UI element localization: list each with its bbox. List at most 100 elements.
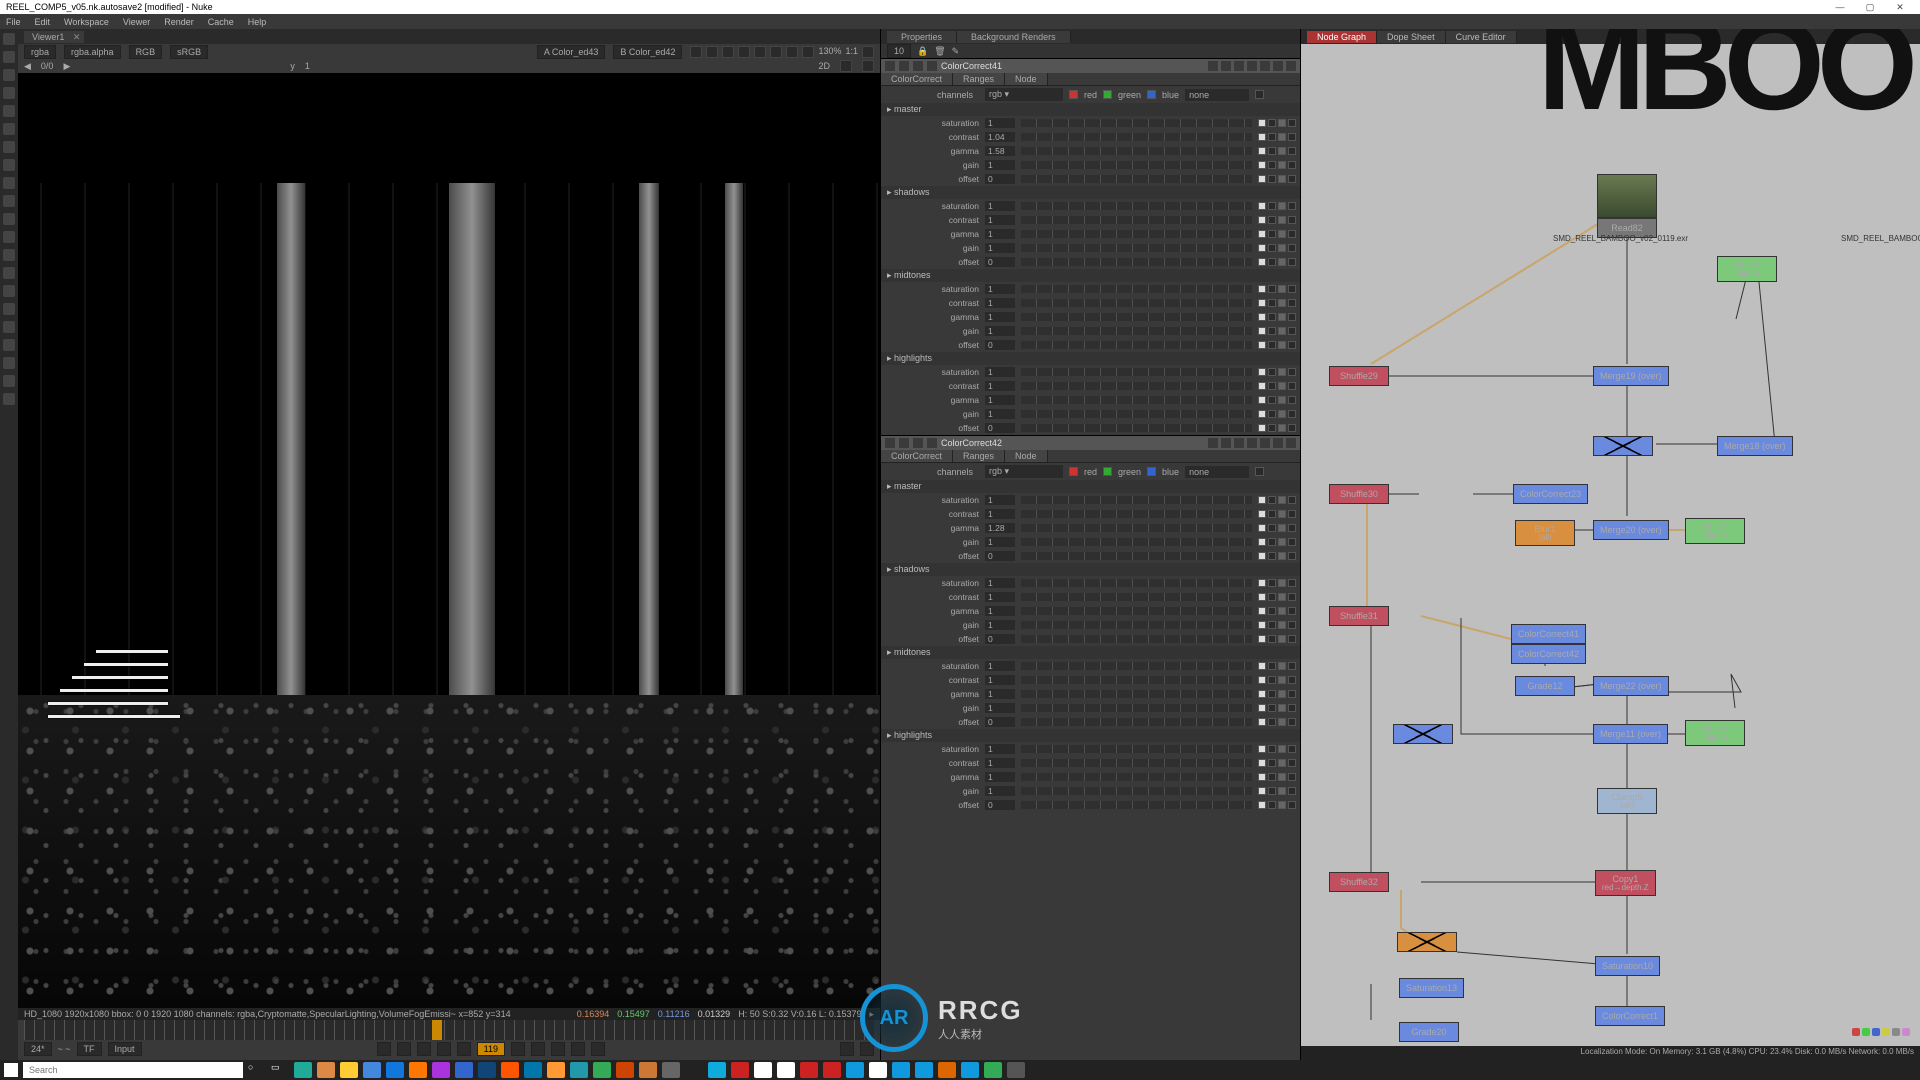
current-frame[interactable]: 119 [477, 1042, 505, 1056]
taskbar-app-icon[interactable] [570, 1062, 588, 1078]
lut-dropdown[interactable]: sRGB [170, 45, 208, 59]
param-slider[interactable] [1021, 787, 1252, 795]
taskbar-app-icon[interactable] [731, 1062, 749, 1078]
swatch-icon[interactable] [1258, 368, 1266, 376]
param-value[interactable]: 1.04 [985, 132, 1015, 142]
maximize-button[interactable]: ▢ [1856, 2, 1884, 13]
taskbar-app-icon[interactable] [892, 1062, 910, 1078]
anim-icon[interactable] [1278, 676, 1286, 684]
taskbar-app-icon[interactable] [547, 1062, 565, 1078]
key-icon[interactable] [1288, 341, 1296, 349]
node-shuffle30[interactable]: Shuffle30 [1329, 484, 1389, 504]
swatch-icon[interactable] [1258, 244, 1266, 252]
swatch-icon[interactable] [1258, 230, 1266, 238]
key-icon[interactable] [1288, 607, 1296, 615]
step-rev-icon[interactable] [437, 1042, 451, 1056]
anim-icon[interactable] [1278, 496, 1286, 504]
tool-icon[interactable] [3, 177, 15, 189]
param-slider[interactable] [1021, 593, 1252, 601]
param-value[interactable]: 1 [985, 118, 1015, 128]
node-icon[interactable] [1208, 438, 1218, 448]
group-header[interactable]: ▸ master [881, 480, 1300, 493]
swatch-icon[interactable] [1258, 801, 1266, 809]
playhead[interactable] [432, 1020, 442, 1040]
menu-file[interactable]: File [6, 17, 21, 27]
proj-label[interactable]: 2D [818, 61, 830, 71]
close-icon[interactable] [1286, 438, 1296, 448]
param-value[interactable]: 0 [985, 551, 1015, 561]
swatch-icon[interactable] [1268, 341, 1276, 349]
swatch-icon[interactable] [1258, 552, 1266, 560]
node-cc23[interactable]: ColorCorrect23 [1513, 484, 1588, 504]
param-slider[interactable] [1021, 161, 1252, 169]
swatch-icon[interactable] [1268, 175, 1276, 183]
key-icon[interactable] [1288, 382, 1296, 390]
swatch-icon[interactable] [1258, 607, 1266, 615]
swatch-icon[interactable] [1258, 690, 1266, 698]
taskbar-app-icon[interactable] [869, 1062, 887, 1078]
node-grade12[interactable]: Grade12 [1515, 676, 1575, 696]
redo-icon[interactable] [1247, 61, 1257, 71]
tl-tf[interactable]: TF [77, 1042, 102, 1056]
anim-icon[interactable] [1278, 368, 1286, 376]
key-icon[interactable] [1288, 635, 1296, 643]
param-value[interactable]: 1 [985, 395, 1015, 405]
tool-icon[interactable] [3, 267, 15, 279]
key-icon[interactable] [1288, 216, 1296, 224]
red-checkbox[interactable] [1069, 90, 1078, 99]
param-slider[interactable] [1021, 410, 1252, 418]
swatch-icon[interactable] [1268, 662, 1276, 670]
swatch-icon[interactable] [1268, 745, 1276, 753]
param-value[interactable]: 1 [985, 243, 1015, 253]
anim-icon[interactable] [1278, 593, 1286, 601]
group-header[interactable]: ▸ master [881, 103, 1300, 116]
anim-icon[interactable] [1278, 327, 1286, 335]
hdr-icon[interactable] [786, 46, 798, 58]
swatch-icon[interactable] [1258, 745, 1266, 753]
param-value[interactable]: 1 [985, 326, 1015, 336]
param-slider[interactable] [1021, 396, 1252, 404]
taskbar-app-icon[interactable] [708, 1062, 726, 1078]
param-value[interactable]: 1.58 [985, 146, 1015, 156]
node-roto7[interactable]: Roto7(alpha) [1685, 518, 1745, 544]
param-value[interactable]: 1 [985, 703, 1015, 713]
key-icon[interactable] [1288, 133, 1296, 141]
taskbar-app-icon[interactable] [685, 1062, 703, 1078]
hdr-icon[interactable] [690, 46, 702, 58]
swatch-icon[interactable] [1258, 635, 1266, 643]
node-blur1[interactable]: Blur1(all) [1515, 520, 1575, 546]
param-value[interactable]: 0 [985, 340, 1015, 350]
panel-header[interactable]: ColorCorrect42 [881, 436, 1300, 450]
taskbar-app-icon[interactable] [938, 1062, 956, 1078]
group-header[interactable]: ▸ midtones [881, 646, 1300, 659]
node-copy1[interactable]: Copy1red→depth.Z [1595, 870, 1656, 896]
anim-icon[interactable] [1278, 216, 1286, 224]
tool-icon[interactable] [3, 123, 15, 135]
param-value[interactable]: 1 [985, 620, 1015, 630]
node-read-thumb[interactable] [1597, 174, 1657, 218]
param-value[interactable]: 1 [985, 758, 1015, 768]
swatch-icon[interactable] [1258, 410, 1266, 418]
param-value[interactable]: 1 [985, 537, 1015, 547]
anim-icon[interactable] [1278, 382, 1286, 390]
param-value[interactable]: 1 [985, 201, 1015, 211]
anim-icon[interactable] [1278, 510, 1286, 518]
key-icon[interactable] [1288, 175, 1296, 183]
key-icon[interactable] [1288, 496, 1296, 504]
node-shuffle29[interactable]: Shuffle29 [1329, 366, 1389, 386]
anim-icon[interactable] [1278, 119, 1286, 127]
viewer-tab[interactable]: Viewer1 ✕ [24, 31, 84, 43]
anim-icon[interactable] [1278, 704, 1286, 712]
tool-icon[interactable] [3, 375, 15, 387]
minimize-button[interactable]: — [1826, 2, 1854, 13]
next-key-icon[interactable] [551, 1042, 565, 1056]
tool-icon[interactable] [3, 141, 15, 153]
eye-icon[interactable] [899, 438, 909, 448]
swatch-icon[interactable] [1258, 496, 1266, 504]
param-slider[interactable] [1021, 313, 1252, 321]
float-icon[interactable] [1273, 438, 1283, 448]
tool-icon[interactable] [3, 357, 15, 369]
swatch-icon[interactable] [1258, 593, 1266, 601]
menu-workspace[interactable]: Workspace [64, 17, 109, 27]
param-value[interactable]: 1 [985, 495, 1015, 505]
